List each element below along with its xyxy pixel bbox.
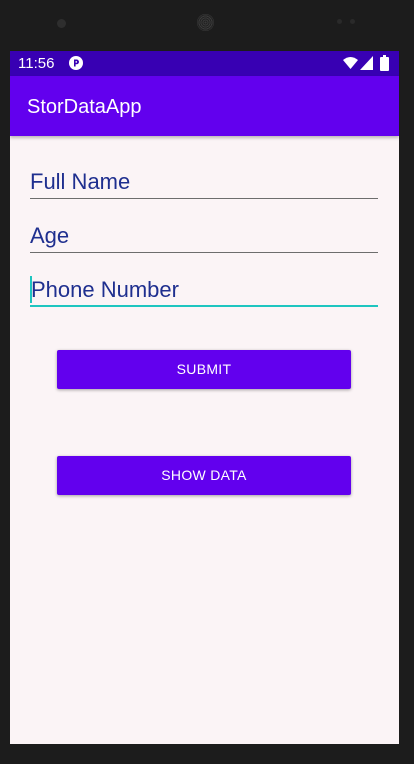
text-cursor	[30, 276, 32, 303]
age-field[interactable]	[30, 221, 378, 253]
front-camera	[57, 19, 66, 28]
phone-number-field[interactable]	[30, 275, 379, 307]
age-underline	[30, 252, 378, 253]
app-toolbar: StorDataApp	[10, 76, 399, 136]
age-input[interactable]	[30, 221, 378, 251]
proximity-sensors	[337, 19, 357, 25]
status-bar: 11:56	[10, 51, 399, 76]
full-name-field[interactable]	[30, 167, 378, 199]
submit-button[interactable]: SUBMIT	[57, 350, 351, 389]
app-notification-icon	[69, 56, 83, 70]
phone-number-underline	[30, 305, 378, 307]
wifi-icon	[343, 57, 358, 69]
status-time: 11:56	[18, 55, 55, 72]
app-title: StorDataApp	[27, 96, 142, 118]
signal-icon	[360, 56, 373, 70]
app-screen: 11:56 StorDataApp Full Name Age Phone Nu…	[10, 51, 399, 744]
show-data-button[interactable]: SHOW DATA	[57, 456, 351, 495]
earpiece-speaker	[197, 14, 214, 31]
phone-number-input[interactable]	[30, 275, 379, 305]
full-name-input[interactable]	[30, 167, 378, 197]
battery-icon	[380, 55, 389, 71]
full-name-underline	[30, 198, 378, 199]
phone-device-frame: 11:56 StorDataApp Full Name Age Phone Nu…	[0, 0, 414, 764]
